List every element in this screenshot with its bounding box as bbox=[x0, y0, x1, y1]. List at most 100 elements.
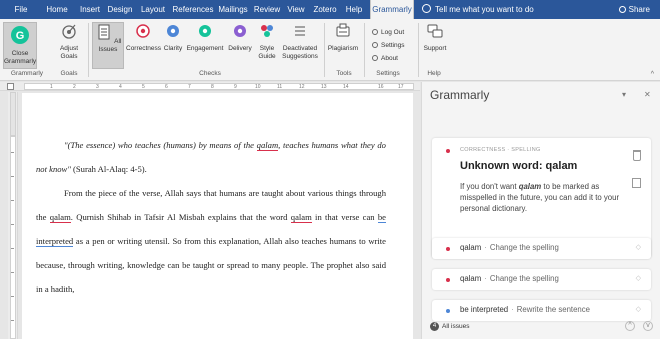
ruler-tick: 1 bbox=[50, 84, 53, 90]
body-text: . Qurnish Shihab in Tafsir Al Misbah exp… bbox=[70, 212, 291, 222]
ruler-tick: 9 bbox=[234, 84, 237, 90]
tab-grammarly[interactable]: Grammarly bbox=[370, 0, 414, 19]
scroll-up-icon[interactable]: ^ bbox=[625, 321, 635, 331]
ribbon: G Close Grammarly Adjust Goals All Issue… bbox=[0, 19, 660, 81]
correctness-dot-icon bbox=[446, 149, 450, 153]
tab-insert[interactable]: Insert bbox=[76, 0, 104, 19]
ruler-tick-mark bbox=[11, 152, 14, 153]
trash-icon[interactable] bbox=[633, 150, 641, 161]
suggestion-word: qalam bbox=[460, 274, 482, 283]
ruler-tick: 5 bbox=[142, 84, 145, 90]
ruler-track bbox=[24, 83, 414, 90]
plagiarism-button[interactable]: Plagiarism bbox=[326, 22, 360, 53]
tab-help[interactable]: Help bbox=[342, 0, 366, 19]
body-text: in that verse can bbox=[311, 212, 378, 222]
suggestion-heading: Unknown word: qalam bbox=[460, 160, 578, 172]
tab-selector-icon[interactable] bbox=[7, 83, 14, 90]
suggestion-row[interactable]: qalam · Change the spelling ◇ bbox=[432, 238, 651, 259]
suggestion-row-text: be interpreted · Rewrite the sentence bbox=[460, 305, 590, 314]
suggestion-row-text: qalam · Change the spelling bbox=[460, 274, 559, 283]
tab-zotero[interactable]: Zotero bbox=[310, 0, 340, 19]
suggestion-action: Change the spelling bbox=[489, 243, 559, 252]
separator: · bbox=[484, 274, 487, 283]
share-button[interactable]: Share bbox=[618, 0, 650, 19]
target-icon bbox=[62, 24, 76, 39]
collapse-ribbon-icon[interactable]: ^ bbox=[651, 71, 654, 78]
about-button[interactable]: About bbox=[372, 54, 398, 63]
suggestion-category: CORRECTNESS · SPELLING bbox=[460, 147, 541, 153]
quote-text: "(The essence) who teaches (humans) by m… bbox=[64, 140, 257, 150]
correctness-dot-icon bbox=[446, 247, 450, 251]
style-guide-button[interactable]: Style Guide bbox=[256, 22, 278, 61]
clarity-icon bbox=[167, 25, 179, 37]
ruler-tick: 2 bbox=[73, 84, 76, 90]
ruler-tick: 17 bbox=[398, 84, 404, 90]
vertical-ruler[interactable] bbox=[8, 92, 18, 339]
tab-review[interactable]: Review bbox=[252, 0, 282, 19]
tab-view[interactable]: View bbox=[284, 0, 308, 19]
tab-home[interactable]: Home bbox=[42, 0, 72, 19]
expand-chevron-icon[interactable]: ◇ bbox=[636, 243, 641, 251]
engagement-button[interactable]: Engagement bbox=[186, 22, 224, 53]
spelling-error-highlight[interactable]: qalam bbox=[290, 212, 312, 223]
group-divider bbox=[418, 23, 419, 77]
tab-design[interactable]: Design bbox=[106, 0, 134, 19]
group-divider bbox=[324, 23, 325, 77]
panel-options-icon[interactable]: ▾ bbox=[622, 90, 626, 99]
paragraph-quote[interactable]: "(The essence) who teaches (humans) by m… bbox=[36, 133, 386, 181]
separator: · bbox=[484, 243, 487, 252]
all-issues-footer[interactable]: 4 All issues bbox=[430, 322, 469, 331]
suggestion-action: Change the spelling bbox=[489, 274, 559, 283]
close-icon[interactable]: ✕ bbox=[644, 90, 651, 99]
chat-bubbles-icon bbox=[427, 24, 443, 38]
adjust-goals-button[interactable]: Adjust Goals bbox=[55, 22, 83, 61]
grammarly-panel-title: Grammarly bbox=[430, 88, 490, 102]
ruler-tick: 12 bbox=[299, 84, 305, 90]
suggestion-row[interactable]: be interpreted · Rewrite the sentence ◇ bbox=[432, 300, 651, 321]
scroll-down-icon[interactable]: v bbox=[643, 321, 653, 331]
deactivated-suggestions-label: Deactivated Suggestions bbox=[282, 45, 318, 60]
ruler-tick-mark bbox=[11, 224, 14, 225]
tab-file[interactable]: File bbox=[6, 0, 36, 19]
spelling-error-highlight[interactable]: qalam bbox=[49, 212, 71, 223]
tab-layout[interactable]: Layout bbox=[138, 0, 168, 19]
ruler-tick: 14 bbox=[343, 84, 349, 90]
all-issues-button[interactable]: All Issues bbox=[92, 22, 124, 69]
document-body[interactable]: "(The essence) who teaches (humans) by m… bbox=[36, 133, 386, 301]
delivery-button[interactable]: Delivery bbox=[226, 22, 254, 53]
ruler-margin bbox=[10, 92, 16, 136]
ruler-track bbox=[10, 136, 16, 339]
add-to-dictionary-icon[interactable] bbox=[632, 178, 641, 188]
tab-mailings[interactable]: Mailings bbox=[216, 0, 250, 19]
horizontal-ruler[interactable]: 1 2 3 4 5 6 7 8 9 10 11 12 13 14 16 17 bbox=[0, 82, 420, 91]
group-label-help: Help bbox=[427, 70, 441, 77]
gear-icon bbox=[372, 42, 378, 48]
about-label: About bbox=[381, 55, 398, 62]
suggestion-action: Rewrite the sentence bbox=[516, 305, 590, 314]
ruler-tick-mark bbox=[11, 248, 14, 249]
paragraph-explanation[interactable]: From the piece of the verse, Allah says … bbox=[36, 181, 386, 301]
document-page[interactable]: "(The essence) who teaches (humans) by m… bbox=[22, 93, 413, 339]
ruler-tick: 7 bbox=[188, 84, 191, 90]
expand-chevron-icon[interactable]: ◇ bbox=[636, 274, 641, 282]
support-button[interactable]: Support bbox=[422, 22, 448, 53]
person-icon bbox=[618, 6, 626, 13]
spelling-error-highlight[interactable]: qalam bbox=[256, 140, 279, 151]
settings-button[interactable]: Settings bbox=[372, 41, 405, 50]
tab-references[interactable]: References bbox=[172, 0, 214, 19]
ruler-tick: 8 bbox=[211, 84, 214, 90]
close-grammarly-button[interactable]: G Close Grammarly bbox=[3, 22, 37, 69]
log-out-button[interactable]: Log Out bbox=[372, 28, 404, 37]
suggestion-row[interactable]: qalam · Change the spelling ◇ bbox=[432, 269, 651, 290]
ruler-tick-mark bbox=[11, 176, 14, 177]
tell-me-search[interactable]: Tell me what you want to do bbox=[422, 0, 534, 19]
deactivated-suggestions-button[interactable]: Deactivated Suggestions bbox=[279, 22, 321, 61]
ruler-tick-mark bbox=[11, 272, 14, 273]
delivery-label: Delivery bbox=[228, 45, 252, 52]
correctness-button[interactable]: Correctness bbox=[126, 22, 161, 53]
expand-chevron-icon[interactable]: ◇ bbox=[636, 305, 641, 313]
clarity-button[interactable]: Clarity bbox=[162, 22, 184, 53]
desc-word: qalam bbox=[518, 182, 542, 191]
tell-me-label: Tell me what you want to do bbox=[435, 5, 534, 14]
suggestion-description: If you don't want qalam to be marked as … bbox=[460, 181, 630, 214]
